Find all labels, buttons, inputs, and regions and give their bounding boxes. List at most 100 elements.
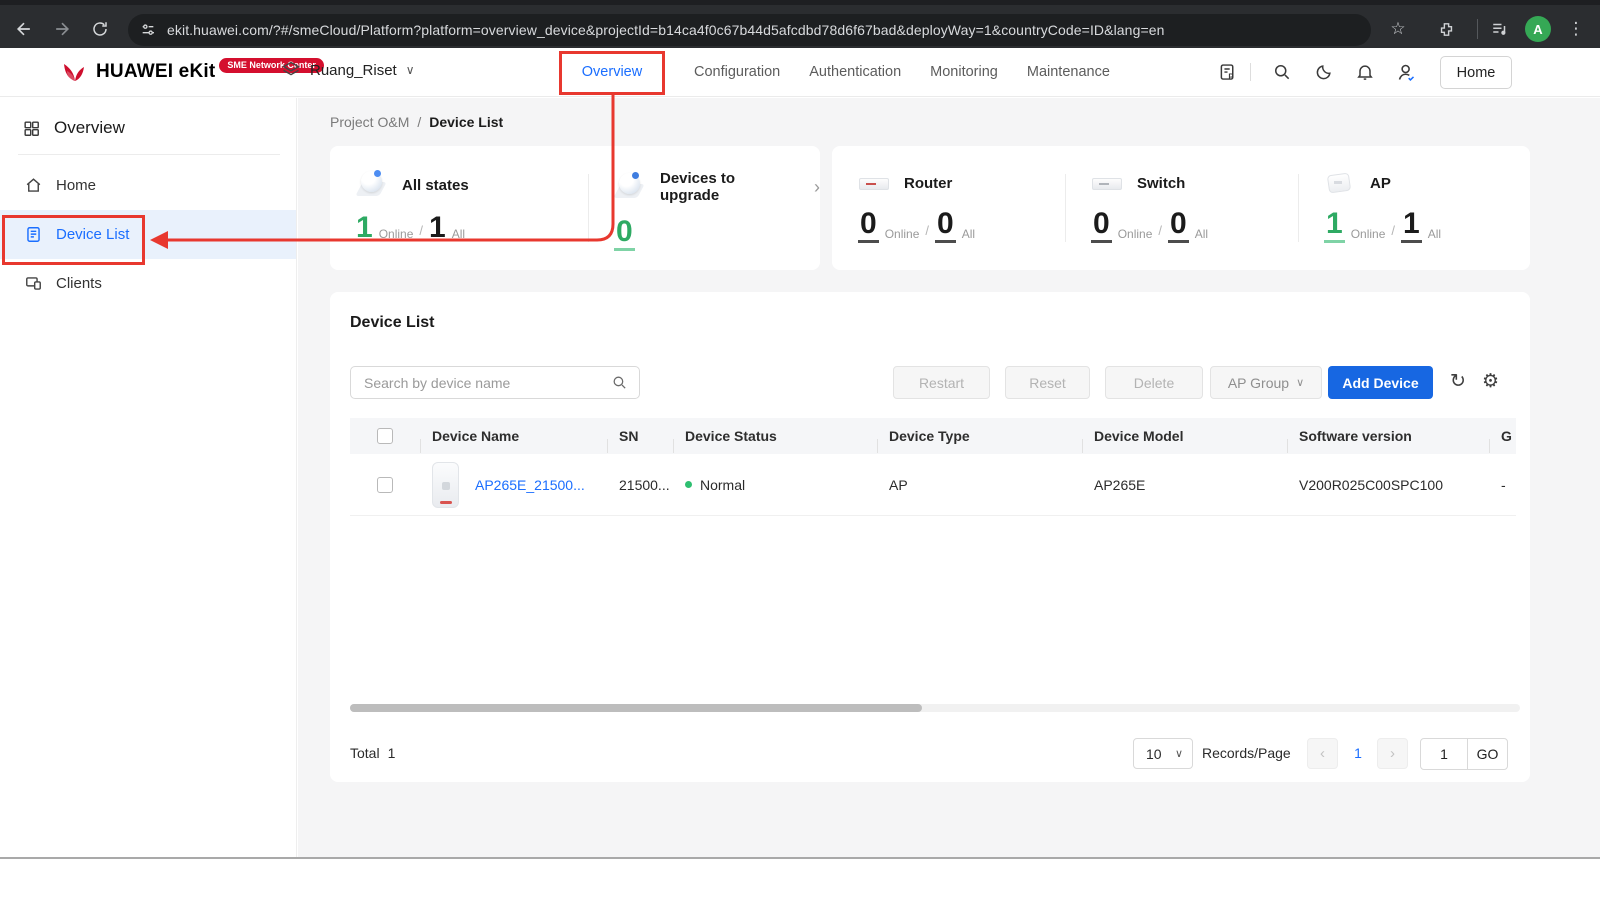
url-text: ekit.huawei.com/?#/smeCloud/Platform?pla… bbox=[167, 22, 1165, 38]
dark-mode-moon-icon[interactable] bbox=[1309, 62, 1339, 82]
sidebar-item-device-list[interactable]: Device List bbox=[0, 210, 296, 259]
chrome-divider bbox=[1477, 19, 1478, 39]
col-software-version[interactable]: Software version bbox=[1287, 428, 1489, 444]
device-software: V200R025C00SPC100 bbox=[1287, 477, 1489, 493]
col-group[interactable]: G bbox=[1489, 428, 1516, 444]
router-online-count[interactable]: 0 bbox=[858, 209, 879, 243]
header-divider bbox=[1250, 63, 1251, 81]
tab-monitoring[interactable]: Monitoring bbox=[930, 64, 998, 80]
notifications-bell-icon[interactable] bbox=[1350, 62, 1380, 82]
refresh-icon[interactable]: ↻ bbox=[1450, 370, 1466, 394]
scrollbar-thumb[interactable] bbox=[350, 704, 922, 712]
chevron-down-icon: ∨ bbox=[406, 63, 415, 77]
col-sn[interactable]: SN bbox=[607, 428, 673, 444]
restart-button[interactable]: Restart bbox=[893, 366, 990, 399]
grid-overview-icon bbox=[22, 119, 41, 138]
app-header: HUAWEI eKit SME Network Center Ruang_Ris… bbox=[0, 48, 1600, 97]
breadcrumb-current: Device List bbox=[429, 114, 503, 130]
sidebar-item-home[interactable]: Home bbox=[0, 161, 296, 210]
table-header-row: Device Name SN Device Status Device Type… bbox=[350, 418, 1516, 454]
browser-back-icon[interactable] bbox=[10, 15, 38, 43]
goto-page-input[interactable] bbox=[1421, 739, 1467, 769]
browser-profile-avatar[interactable]: A bbox=[1525, 16, 1551, 42]
chevron-down-icon: ∨ bbox=[1296, 376, 1304, 389]
ap-online-count[interactable]: 1 bbox=[1324, 209, 1345, 243]
all-states-all-count: 1 bbox=[429, 213, 446, 243]
device-name-link[interactable]: AP265E_21500... bbox=[475, 477, 585, 493]
device-model: AP265E bbox=[1082, 477, 1287, 493]
sidebar-title: Overview bbox=[22, 118, 296, 138]
go-button[interactable]: GO bbox=[1467, 739, 1507, 769]
col-device-name[interactable]: Device Name bbox=[420, 428, 607, 444]
all-states-title: All states bbox=[402, 177, 469, 194]
col-device-status[interactable]: Device Status bbox=[673, 428, 877, 444]
router-all-count[interactable]: 0 bbox=[935, 209, 956, 243]
browser-menu-icon[interactable]: ⋮ bbox=[1562, 15, 1590, 43]
device-type: AP bbox=[877, 477, 1082, 493]
project-document-icon[interactable]: P bbox=[1212, 62, 1242, 83]
row-checkbox[interactable] bbox=[377, 477, 393, 493]
settings-gear-icon[interactable]: ⚙ bbox=[1482, 370, 1499, 394]
tab-overview[interactable]: Overview bbox=[559, 64, 665, 80]
add-device-button[interactable]: Add Device bbox=[1328, 366, 1433, 399]
home-button[interactable]: Home bbox=[1440, 56, 1512, 89]
upgrade-title: Devices to upgrade bbox=[660, 170, 792, 204]
tab-maintenance[interactable]: Maintenance bbox=[1027, 64, 1110, 80]
panel-title: Device List bbox=[350, 314, 434, 332]
reset-button[interactable]: Reset bbox=[1005, 366, 1090, 399]
horizontal-scrollbar[interactable] bbox=[350, 704, 1520, 712]
workspace-selector[interactable]: Ruang_Riset ∨ bbox=[281, 60, 415, 80]
select-all-checkbox[interactable] bbox=[377, 428, 393, 444]
device-list-icon bbox=[24, 225, 43, 244]
browser-forward-icon[interactable] bbox=[48, 15, 76, 43]
sidebar-divider bbox=[18, 154, 280, 155]
page-size-select[interactable]: 10 ∨ bbox=[1133, 738, 1193, 769]
tab-authentication[interactable]: Authentication bbox=[809, 64, 901, 80]
col-device-model[interactable]: Device Model bbox=[1082, 428, 1287, 444]
search-icon[interactable] bbox=[611, 374, 628, 391]
tab-media-icon[interactable] bbox=[1486, 15, 1514, 43]
page-bottom-divider bbox=[0, 857, 1600, 859]
ap-icon bbox=[1324, 170, 1358, 196]
ap-all-count[interactable]: 1 bbox=[1401, 209, 1422, 243]
browser-refresh-icon[interactable] bbox=[86, 15, 114, 43]
home-icon bbox=[24, 176, 43, 195]
summary-card-states: All states 1 Online / 1 All Devices to u… bbox=[330, 146, 820, 270]
total-value: 1 bbox=[388, 745, 396, 761]
user-account-icon[interactable] bbox=[1391, 62, 1421, 83]
device-photo bbox=[432, 462, 459, 508]
search-icon[interactable] bbox=[1267, 62, 1297, 82]
upgrade-count[interactable]: 0 bbox=[614, 217, 635, 251]
col-device-type[interactable]: Device Type bbox=[877, 428, 1082, 444]
records-per-page-label: Records/Page bbox=[1202, 745, 1291, 761]
current-page[interactable]: 1 bbox=[1344, 745, 1372, 761]
next-page-button[interactable]: › bbox=[1377, 738, 1408, 769]
search-input[interactable] bbox=[351, 375, 611, 391]
prev-page-button[interactable]: ‹ bbox=[1307, 738, 1338, 769]
device-status: Normal bbox=[700, 477, 745, 493]
main-content: Project O&M / Device List All states 1 O… bbox=[298, 98, 1600, 858]
switch-all-count[interactable]: 0 bbox=[1168, 209, 1189, 243]
switch-icon bbox=[1091, 170, 1125, 196]
all-states-icon bbox=[356, 170, 390, 200]
switch-online-count[interactable]: 0 bbox=[1091, 209, 1112, 243]
device-search[interactable] bbox=[350, 366, 640, 399]
bookmark-star-icon[interactable]: ☆ bbox=[1384, 15, 1412, 43]
extensions-icon[interactable] bbox=[1432, 15, 1460, 43]
table-row: AP265E_21500... 21500... Normal AP AP265… bbox=[350, 454, 1516, 516]
delete-button[interactable]: Delete bbox=[1105, 366, 1203, 399]
site-info-icon[interactable] bbox=[140, 22, 156, 38]
tab-configuration[interactable]: Configuration bbox=[694, 64, 780, 80]
device-table: Device Name SN Device Status Device Type… bbox=[350, 418, 1516, 516]
pagination: Total 1 10 ∨ Records/Page ‹ 1 › GO bbox=[330, 728, 1530, 782]
chevron-right-icon[interactable]: › bbox=[814, 177, 820, 198]
total-label: Total bbox=[350, 745, 380, 761]
clients-icon bbox=[24, 274, 43, 293]
address-bar[interactable]: ekit.huawei.com/?#/smeCloud/Platform?pla… bbox=[128, 14, 1371, 46]
device-sn: 21500... bbox=[607, 477, 673, 493]
sidebar: Overview Home Device List Clients bbox=[0, 98, 297, 858]
device-group: - bbox=[1489, 477, 1516, 493]
sidebar-item-clients[interactable]: Clients bbox=[0, 259, 296, 308]
breadcrumb-parent[interactable]: Project O&M bbox=[330, 114, 409, 130]
ap-group-button[interactable]: AP Group ∨ bbox=[1210, 366, 1322, 399]
